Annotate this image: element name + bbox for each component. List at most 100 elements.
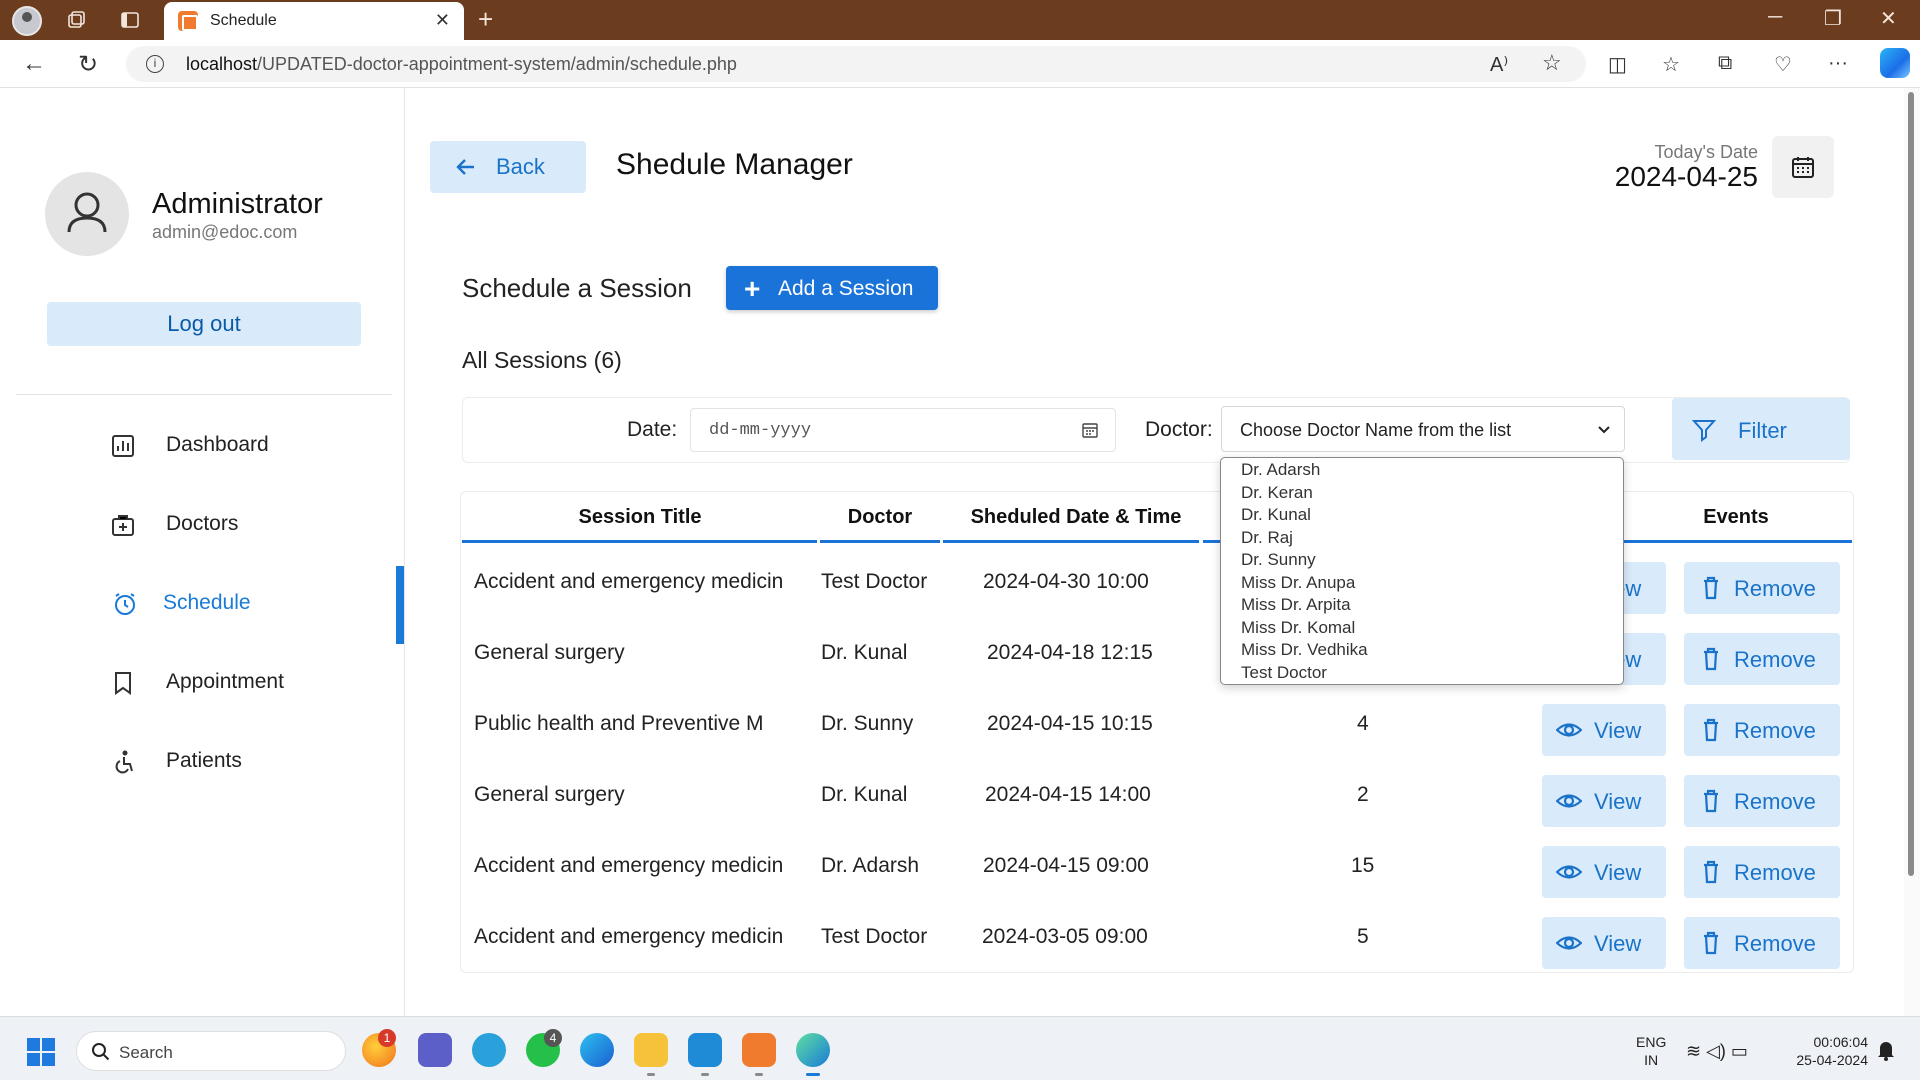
notifications-bell-icon[interactable] xyxy=(1876,1039,1896,1061)
restore-icon[interactable]: ❐ xyxy=(1824,6,1842,31)
column-header-doctor: Doctor xyxy=(847,506,913,528)
view-button[interactable]: View xyxy=(1542,704,1666,756)
dropdown-option[interactable]: Miss Dr. Komal xyxy=(1241,618,1355,638)
language-indicator[interactable]: ENG IN xyxy=(1636,1033,1666,1069)
sidebar-item-patients[interactable]: Patients xyxy=(110,743,390,783)
remove-label: Remove xyxy=(1734,860,1816,885)
add-session-button[interactable]: + Add a Session xyxy=(726,266,938,310)
url-input[interactable]: i localhost/UPDATED-doctor-appointment-s… xyxy=(126,46,1586,82)
more-menu-icon[interactable]: ··· xyxy=(1828,52,1848,75)
dropdown-option[interactable]: Dr. Sunny xyxy=(1241,550,1316,570)
notification-badge: 1 xyxy=(378,1029,396,1047)
file-explorer-icon[interactable] xyxy=(634,1033,668,1067)
profile-email: admin@edoc.com xyxy=(152,222,298,242)
filter-label: Filter xyxy=(1738,418,1787,443)
logout-button[interactable]: Log out xyxy=(47,302,361,346)
remove-label: Remove xyxy=(1734,718,1816,743)
cell-doctor: Dr. Sunny xyxy=(821,712,914,735)
minimize-icon[interactable]: ─ xyxy=(1768,6,1782,29)
xampp-icon[interactable] xyxy=(742,1033,776,1067)
schedule-icon xyxy=(115,593,135,615)
active-indicator xyxy=(396,566,404,644)
page-title: Shedule Manager xyxy=(616,148,853,181)
remove-button[interactable]: Remove xyxy=(1684,846,1840,898)
dropdown-option[interactable]: Test Doctor xyxy=(1241,663,1327,683)
cell-doctor: Dr. Kunal xyxy=(821,641,908,664)
close-window-icon[interactable]: ✕ xyxy=(1880,6,1897,31)
favorites-icon[interactable]: ☆ xyxy=(1662,52,1680,77)
browser-essentials-icon[interactable]: ♡ xyxy=(1774,52,1792,77)
dashboard-icon xyxy=(112,435,134,457)
view-button[interactable]: View xyxy=(1542,846,1666,898)
dropdown-option[interactable]: Miss Dr. Anupa xyxy=(1241,573,1355,593)
collections-icon[interactable]: ⧉ xyxy=(1718,52,1732,75)
sidebar-item-label: Dashboard xyxy=(166,433,269,456)
vscode-icon[interactable] xyxy=(688,1033,722,1067)
new-tab-icon[interactable]: + xyxy=(478,4,493,35)
favorite-star-icon[interactable]: ☆ xyxy=(1542,50,1562,76)
sidebar-item-label: Schedule xyxy=(163,591,251,614)
view-button[interactable]: View xyxy=(1542,775,1666,827)
split-screen-icon[interactable]: ◫ xyxy=(1608,52,1627,77)
url-text: localhost/UPDATED-doctor-appointment-sys… xyxy=(186,54,737,74)
back-nav-icon[interactable]: ← xyxy=(22,50,46,78)
remove-label: Remove xyxy=(1734,576,1816,601)
trash-icon xyxy=(1704,576,1718,600)
remove-button[interactable]: Remove xyxy=(1684,704,1840,756)
sidebar-item-label: Doctors xyxy=(166,512,239,535)
read-aloud-icon[interactable]: A⁾ xyxy=(1490,52,1508,77)
calendar-icon xyxy=(1792,157,1814,178)
date-input[interactable]: dd-mm-yyyy xyxy=(690,408,1116,452)
dropdown-option[interactable]: Dr. Keran xyxy=(1241,483,1313,503)
profile-avatar-icon[interactable] xyxy=(12,6,42,36)
doctor-select[interactable]: Choose Doctor Name from the list xyxy=(1221,406,1625,452)
plus-icon: + xyxy=(744,273,761,304)
eye-icon xyxy=(1556,936,1582,950)
teams-icon[interactable] xyxy=(418,1033,452,1067)
edge-active-icon[interactable] xyxy=(796,1033,830,1067)
date-picker-icon[interactable] xyxy=(1081,421,1099,439)
dropdown-option[interactable]: Miss Dr. Arpita xyxy=(1241,595,1351,615)
telegram-icon[interactable] xyxy=(472,1033,506,1067)
sidebar-item-dashboard[interactable]: Dashboard xyxy=(110,427,390,467)
dropdown-option[interactable]: Dr. Kunal xyxy=(1241,505,1311,525)
dropdown-option[interactable]: Dr. Raj xyxy=(1241,528,1293,548)
sidebar-item-doctors[interactable]: Doctors xyxy=(110,506,390,546)
close-tab-icon[interactable]: ✕ xyxy=(435,10,450,31)
copilot-icon[interactable] xyxy=(1880,48,1910,78)
sidebar-item-label: Appointment xyxy=(166,670,284,693)
taskbar: Search 1 4 ENG IN ≋ ◁) ▭ 00:06:04 25-04-20… xyxy=(0,1016,1920,1080)
sidebar-divider xyxy=(16,394,392,395)
dropdown-option[interactable]: Dr. Adarsh xyxy=(1241,460,1320,480)
cell-doctor: Test Doctor xyxy=(821,925,928,948)
site-info-icon[interactable]: i xyxy=(146,55,164,73)
trash-icon xyxy=(1704,860,1718,884)
edge-icon[interactable] xyxy=(580,1033,614,1067)
back-button[interactable]: Back xyxy=(430,141,586,193)
windows-start-icon[interactable] xyxy=(26,1037,56,1067)
scrollbar-thumb[interactable] xyxy=(1908,92,1914,876)
cell-datetime: 2024-04-15 09:00 xyxy=(983,854,1149,877)
remove-button[interactable]: Remove xyxy=(1684,917,1840,969)
address-bar: ← ↻ i localhost/UPDATED-doctor-appointme… xyxy=(0,40,1920,88)
eye-icon xyxy=(1556,794,1582,808)
bookmark-icon xyxy=(115,672,131,695)
remove-button[interactable]: Remove xyxy=(1684,633,1840,685)
filter-button[interactable]: Filter xyxy=(1672,398,1850,460)
taskbar-search[interactable]: Search xyxy=(76,1031,346,1071)
clock[interactable]: 00:06:04 25-04-2024 xyxy=(1796,1033,1868,1069)
calendar-button[interactable] xyxy=(1772,136,1834,198)
refresh-icon[interactable]: ↻ xyxy=(78,50,98,79)
dropdown-option[interactable]: Miss Dr. Vedhika xyxy=(1241,640,1368,660)
sidebar-item-appointment[interactable]: Appointment xyxy=(110,664,390,704)
sidebar-item-schedule[interactable]: Schedule xyxy=(112,585,392,625)
view-button[interactable]: View xyxy=(1542,917,1666,969)
cell-count: 15 xyxy=(1351,854,1375,877)
remove-button[interactable]: Remove xyxy=(1684,775,1840,827)
tab-actions-icon[interactable] xyxy=(120,10,140,30)
cell-datetime: 2024-04-15 10:15 xyxy=(987,712,1153,735)
remove-button[interactable]: Remove xyxy=(1684,562,1840,614)
tab-schedule[interactable]: Schedule ✕ xyxy=(164,2,464,40)
workspaces-icon[interactable] xyxy=(66,10,86,30)
tray-wifi-volume-battery-icon[interactable]: ≋ ◁) ▭ xyxy=(1686,1041,1748,1062)
